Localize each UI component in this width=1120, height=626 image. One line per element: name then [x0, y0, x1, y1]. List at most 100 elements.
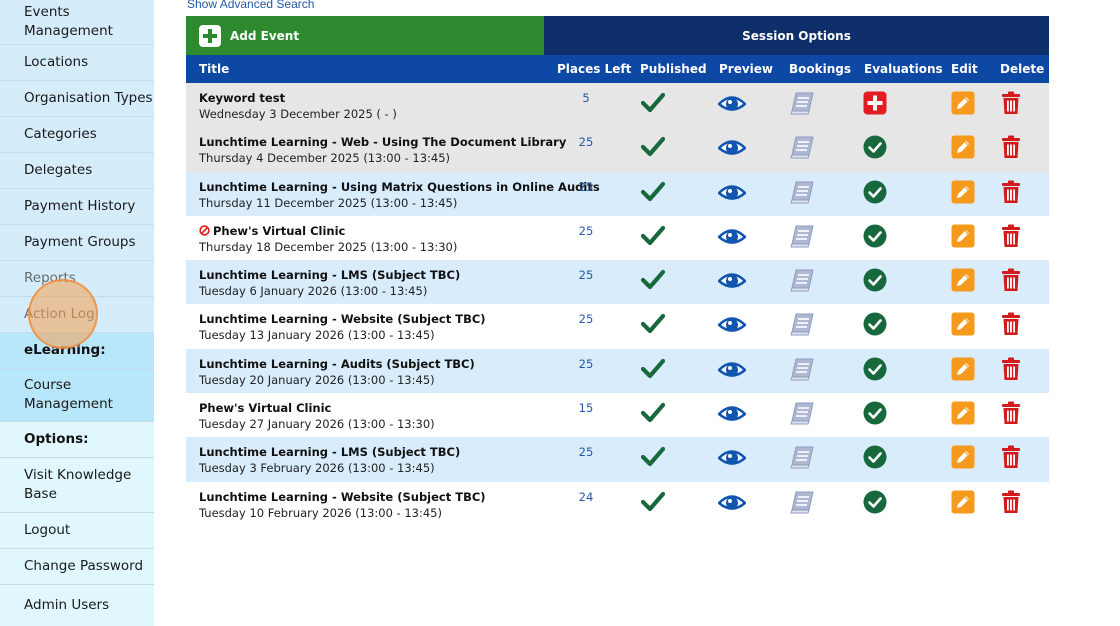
eye-icon[interactable] — [717, 357, 747, 385]
sidebar-item-payment-history[interactable]: Payment History — [0, 189, 154, 225]
sidebar-item-change-password[interactable]: Change Password — [0, 549, 154, 585]
sidebar: Events Management Locations Organisation… — [0, 0, 154, 626]
places-left-value: 15 — [578, 401, 594, 416]
book-icon[interactable] — [789, 268, 815, 296]
event-title-text: Lunchtime Learning - Website (Subject TB… — [199, 312, 486, 327]
eye-icon[interactable] — [717, 224, 747, 252]
event-date: Thursday 18 December 2025 (13:00 - 13:30… — [199, 239, 458, 254]
check-circle-icon[interactable] — [863, 135, 887, 163]
trash-icon[interactable] — [1000, 490, 1022, 518]
table-row: Lunchtime Learning - Web - Using The Doc… — [186, 127, 1049, 172]
pencil-icon[interactable] — [951, 490, 975, 518]
check-circle-icon[interactable] — [863, 312, 887, 340]
places-left-value: 24 — [578, 489, 594, 504]
eye-icon[interactable] — [717, 135, 747, 163]
sidebar-item-reports[interactable]: Reports — [0, 261, 154, 297]
eye-icon[interactable] — [717, 91, 747, 119]
check-icon[interactable] — [640, 357, 666, 383]
check-circle-icon[interactable] — [863, 224, 887, 252]
places-left-value: 25 — [578, 135, 594, 150]
pencil-icon[interactable] — [951, 135, 975, 163]
book-icon[interactable] — [789, 445, 815, 473]
eye-icon[interactable] — [717, 180, 747, 208]
sidebar-item-categories[interactable]: Categories — [0, 117, 154, 153]
check-icon[interactable] — [640, 268, 666, 294]
sidebar-item-admin-users[interactable]: Admin Users — [0, 585, 154, 626]
trash-icon[interactable] — [1000, 445, 1022, 473]
trash-icon[interactable] — [1000, 268, 1022, 296]
book-icon[interactable] — [789, 180, 815, 208]
check-icon[interactable] — [640, 180, 666, 206]
table-row: Lunchtime Learning - LMS (Subject TBC) Tu… — [186, 260, 1049, 305]
check-icon[interactable] — [640, 490, 666, 516]
check-icon[interactable] — [640, 135, 666, 161]
events-table: Title Places Left Published Preview Book… — [186, 55, 1049, 526]
check-circle-icon[interactable] — [863, 445, 887, 473]
sidebar-item-events-management[interactable]: Events Management — [0, 0, 154, 45]
book-icon[interactable] — [789, 490, 815, 518]
eye-icon[interactable] — [717, 490, 747, 518]
sidebar-item-payment-groups[interactable]: Payment Groups — [0, 225, 154, 261]
places-left-value: 25 — [578, 268, 594, 283]
eye-icon[interactable] — [717, 401, 747, 429]
sidebar-item-logout[interactable]: Logout — [0, 513, 154, 549]
book-icon[interactable] — [789, 135, 815, 163]
check-circle-icon[interactable] — [863, 490, 887, 518]
event-title: Lunchtime Learning - Website (Subject TB… — [199, 490, 486, 504]
event-title: Lunchtime Learning - LMS (Subject TBC) — [199, 445, 460, 459]
session-options-header: Session Options — [544, 16, 1049, 55]
trash-icon[interactable] — [1000, 312, 1022, 340]
pencil-icon[interactable] — [951, 268, 975, 296]
trash-icon[interactable] — [1000, 135, 1022, 163]
event-date: Tuesday 10 February 2026 (13:00 - 13:45) — [199, 505, 442, 520]
pencil-icon[interactable] — [951, 401, 975, 429]
trash-icon[interactable] — [1000, 180, 1022, 208]
check-icon[interactable] — [640, 401, 666, 427]
plus-square-icon[interactable] — [863, 91, 887, 119]
pencil-icon[interactable] — [951, 180, 975, 208]
pencil-icon[interactable] — [951, 224, 975, 252]
event-title-text: Phew's Virtual Clinic — [199, 401, 332, 416]
event-title-text: Lunchtime Learning - Web - Using The Doc… — [199, 135, 567, 150]
eye-icon[interactable] — [717, 268, 747, 296]
check-icon[interactable] — [640, 445, 666, 471]
check-icon[interactable] — [640, 312, 666, 338]
book-icon[interactable] — [789, 312, 815, 340]
eye-icon[interactable] — [717, 445, 747, 473]
pencil-icon[interactable] — [951, 445, 975, 473]
places-left-value: 25 — [578, 356, 594, 371]
col-places-left: Places Left — [557, 62, 632, 76]
trash-icon[interactable] — [1000, 357, 1022, 385]
sidebar-item-action-log[interactable]: Action Log — [0, 297, 154, 333]
trash-icon[interactable] — [1000, 401, 1022, 429]
check-circle-icon[interactable] — [863, 180, 887, 208]
sidebar-item-delegates[interactable]: Delegates — [0, 153, 154, 189]
pencil-icon[interactable] — [951, 357, 975, 385]
table-header: Title Places Left Published Preview Book… — [186, 55, 1049, 83]
check-circle-icon[interactable] — [863, 401, 887, 429]
book-icon[interactable] — [789, 91, 815, 119]
pencil-icon[interactable] — [951, 312, 975, 340]
col-preview: Preview — [719, 62, 774, 76]
sidebar-item-organisation-types[interactable]: Organisation Types — [0, 81, 154, 117]
event-date: Tuesday 3 February 2026 (13:00 - 13:45) — [199, 461, 435, 476]
check-icon[interactable] — [640, 224, 666, 250]
trash-icon[interactable] — [1000, 91, 1022, 119]
eye-icon[interactable] — [717, 312, 747, 340]
check-icon[interactable] — [640, 91, 666, 117]
add-event-button[interactable]: Add Event — [186, 16, 544, 55]
check-circle-icon[interactable] — [863, 357, 887, 385]
sidebar-item-locations[interactable]: Locations — [0, 45, 154, 81]
trash-icon[interactable] — [1000, 224, 1022, 252]
sidebar-item-visit-knowledge-base[interactable]: Visit Knowledge Base — [0, 458, 154, 513]
book-icon[interactable] — [789, 357, 815, 385]
book-icon[interactable] — [789, 224, 815, 252]
event-title-text: Lunchtime Learning - Website (Subject TB… — [199, 489, 486, 504]
sidebar-section-elearning: eLearning: — [0, 333, 154, 369]
check-circle-icon[interactable] — [863, 268, 887, 296]
pencil-icon[interactable] — [951, 91, 975, 119]
show-advanced-search-link[interactable]: Show Advanced Search — [187, 0, 314, 11]
book-icon[interactable] — [789, 401, 815, 429]
plus-icon — [199, 24, 221, 47]
sidebar-item-course-management[interactable]: Course Management — [0, 369, 154, 422]
